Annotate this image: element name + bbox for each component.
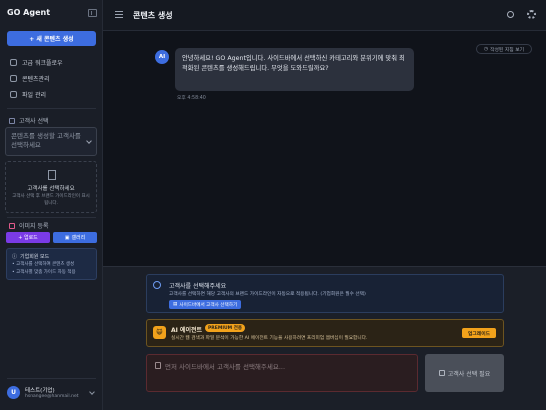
sidebar: GO Agent + 새 콘텐츠 생성 고급 워크플로우 콘텐츠관리 파일 관리… <box>0 0 103 410</box>
gallery-button[interactable]: ▣ 갤러리 <box>53 232 97 243</box>
user-name: 테스트(기업) <box>25 388 55 394</box>
file-icon <box>10 90 17 98</box>
premium-desc: 실시간 웹 검색과 파일 분석이 가능한 AI 에이전트 기능을 사용하려면 프… <box>171 336 368 341</box>
theme-toggle-icon[interactable] <box>507 11 514 18</box>
shield-icon <box>10 58 17 66</box>
ai-message-bubble: 안녕하세요! GO Agent입니다. 사이드바에서 선택하신 카테고리와 분위… <box>175 48 414 91</box>
client-select[interactable]: 콘텐츠를 생성할 고객사를 선택하세요 <box>5 127 97 156</box>
message-input[interactable]: 먼저 사이드바에서 고객사를 선택해주세요... <box>146 354 418 392</box>
clock-icon: ◷ <box>483 46 489 52</box>
divider <box>7 378 96 379</box>
menu-icon[interactable] <box>115 11 123 18</box>
avatar: U <box>7 386 20 399</box>
client-empty-desc: 고객사 선택 후 브랜드 가이드라인이 표시됩니다. <box>12 194 90 206</box>
client-empty-state: 고객사를 선택하세요 고객사 선택 후 브랜드 가이드라인이 표시됩니다. <box>5 161 97 213</box>
upload-button[interactable]: + 업로드 <box>6 232 50 243</box>
client-section-title: 고객사 선택 <box>9 116 49 125</box>
message-input-placeholder: 먼저 사이드바에서 고객사를 선택해주세요... <box>165 363 286 371</box>
user-email: hsnangee@hanmail.net <box>25 394 79 399</box>
sidebar-item-label: 고급 워크플로우 <box>22 59 63 67</box>
gear-icon[interactable] <box>527 10 536 19</box>
user-profile[interactable]: U 테스트(기업) hsnangee@hanmail.net <box>7 383 97 403</box>
brand-logo: GO Agent <box>7 8 51 17</box>
mode-line: • 고객사를 선택하여 콘텐츠 생성 <box>12 262 75 267</box>
divider <box>7 217 96 218</box>
info-icon: ⓘ <box>12 254 18 260</box>
message-timestamp: 오후 4:58:40 <box>177 96 206 101</box>
premium-title: AI 에이전트 <box>171 327 203 334</box>
building-icon: ▤ <box>173 302 178 307</box>
sidebar-item-label: 콘텐츠관리 <box>22 75 50 83</box>
sidebar-collapse-icon[interactable] <box>88 9 97 17</box>
header: 콘텐츠 생성 <box>103 0 546 31</box>
sidebar-item-content-management[interactable]: 콘텐츠관리 <box>10 73 50 83</box>
sidebar-item-label: 파일 관리 <box>22 91 46 99</box>
new-content-button[interactable]: + 새 콘텐츠 생성 <box>7 31 96 46</box>
document-icon <box>155 362 161 369</box>
image-icon <box>9 222 15 229</box>
premium-banner: 😺 AI 에이전트 PREMIUM 전용 실시간 웹 검색과 파일 분석이 가능… <box>146 319 504 347</box>
chevron-down-icon <box>86 138 92 144</box>
page-title: 콘텐츠 생성 <box>133 11 173 20</box>
ai-avatar: AI <box>155 50 169 64</box>
mode-line: • 고객사별 맞춤 가이드 자동 적용 <box>12 270 76 275</box>
info-icon <box>153 281 161 289</box>
select-client-button[interactable]: ▤ 사이드바에서 고객사 선택하기 <box>169 300 242 309</box>
composer: 고객사를 선택해주세요 고객사를 선택하면 해당 고객사의 브랜드 가이드라인이… <box>103 266 546 410</box>
upgrade-button[interactable]: 업그레이드 <box>462 328 496 338</box>
client-select-placeholder: 콘텐츠를 생성할 고객사를 선택하세요 <box>11 132 81 149</box>
notice-desc: 고객사를 선택하면 해당 고객사의 브랜드 가이드라인이 자동으로 적용됩니다.… <box>169 292 366 297</box>
building-icon <box>48 170 56 180</box>
notice-title: 고객사를 선택해주세요 <box>169 283 227 290</box>
send-button[interactable]: 고객사 선택 필요 <box>425 354 504 392</box>
sidebar-item-file-management[interactable]: 파일 관리 <box>10 89 46 99</box>
premium-badge: PREMIUM 전용 <box>205 324 245 332</box>
client-empty-title: 고객사를 선택하세요 <box>27 186 75 192</box>
building-icon <box>9 117 15 124</box>
sidebar-item-advanced-workflow[interactable]: 고급 워크플로우 <box>10 57 63 67</box>
chat-area: ◷ 작성된 지침 보기 AI 안녕하세요! GO Agent입니다. 사이드바에… <box>103 31 546 266</box>
enterprise-mode-info: ⓘ 기업회원 모드 • 고객사를 선택하여 콘텐츠 생성 • 고객사별 맞춤 가… <box>6 248 97 280</box>
building-icon <box>438 370 445 376</box>
chevron-down-icon <box>89 389 95 395</box>
divider <box>7 108 96 109</box>
view-guidelines-button[interactable]: ◷ 작성된 지침 보기 <box>476 44 532 54</box>
document-icon <box>10 74 17 82</box>
image-section-title: 이미지 등록 <box>9 221 49 230</box>
ai-agent-icon: 😺 <box>153 326 166 339</box>
gallery-icon: ▣ <box>64 234 70 241</box>
mode-title: ⓘ 기업회원 모드 <box>12 254 50 260</box>
client-notice: 고객사를 선택해주세요 고객사를 선택하면 해당 고객사의 브랜드 가이드라인이… <box>146 274 504 313</box>
